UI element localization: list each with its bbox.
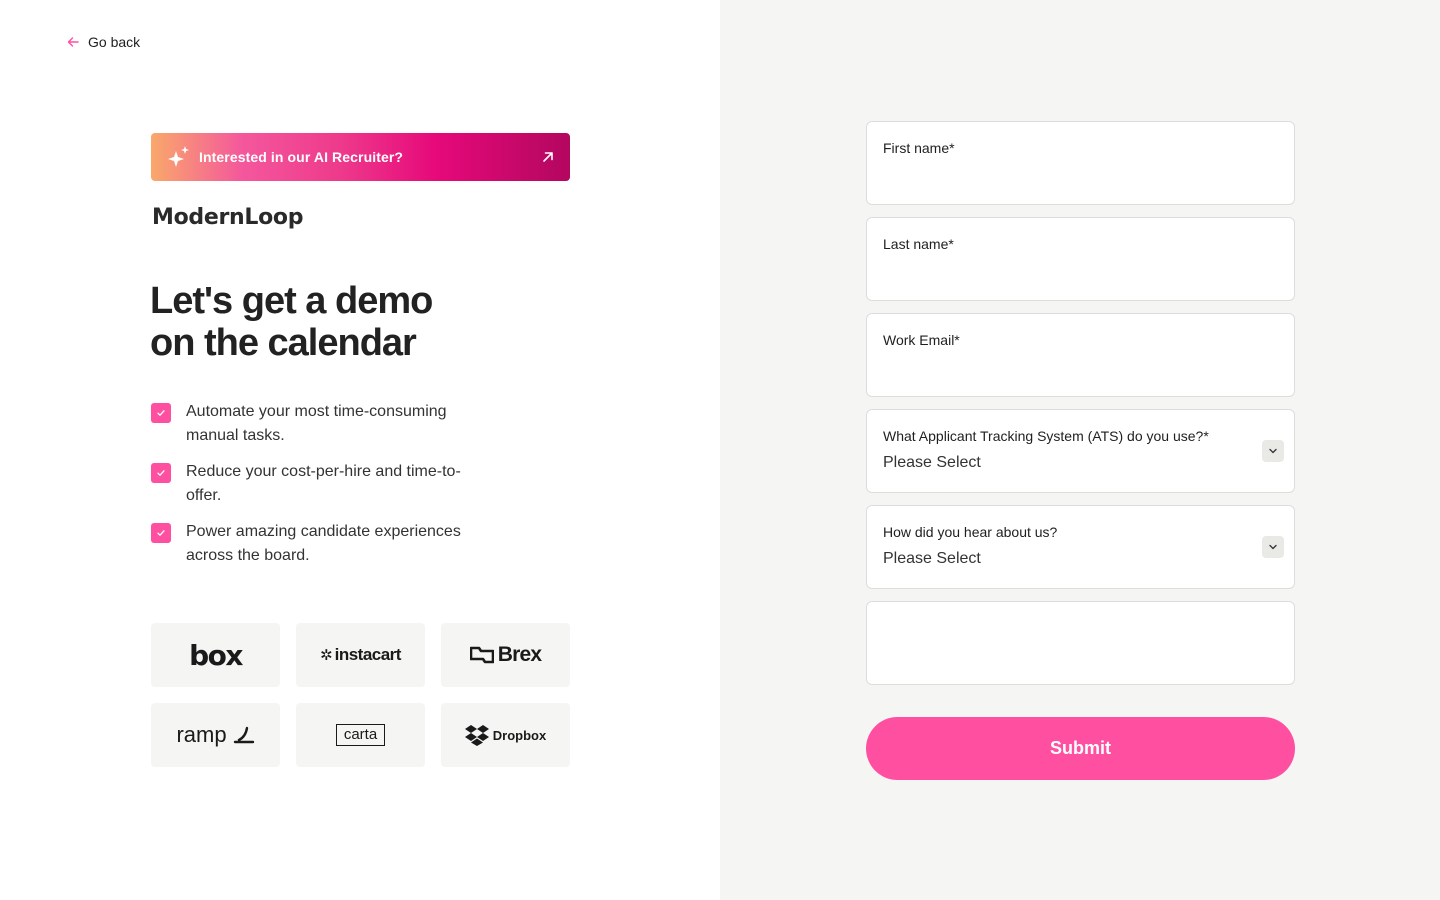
carta-logo: carta	[296, 703, 425, 767]
box-logo: box	[151, 623, 280, 687]
left-panel: Go back Interested in our AI Recruiter? …	[0, 0, 720, 900]
brex-mark-icon	[469, 646, 494, 664]
benefit-text: Power amazing candidate experiences acro…	[186, 523, 461, 564]
submit-button[interactable]: Submit	[866, 717, 1295, 780]
checkbox-icon	[151, 463, 171, 483]
first-name-label: First name*	[883, 140, 955, 156]
benefit-text: Automate your most time-consuming manual…	[186, 403, 447, 444]
brand-logo: ModernLoop	[152, 205, 304, 230]
referral-source-label: How did you hear about us?	[883, 524, 1058, 540]
benefit-text: Reduce your cost-per-hire and time-to-of…	[186, 463, 461, 504]
ramp-logo-text: ramp	[176, 722, 227, 747]
dropbox-logo-text: Dropbox	[492, 727, 547, 743]
go-back-label: Go back	[88, 34, 141, 50]
chevron-down-icon[interactable]	[1262, 440, 1284, 462]
title-line-2: on the calendar	[150, 322, 417, 364]
benefit-item: Automate your most time-consuming manual…	[151, 400, 491, 448]
chevron-down-icon[interactable]	[1262, 536, 1284, 558]
checkbox-icon	[151, 523, 171, 543]
work-email-field[interactable]: Work Email*	[866, 313, 1295, 397]
ats-select[interactable]: What Applicant Tracking System (ATS) do …	[866, 409, 1295, 493]
referral-source-select[interactable]: How did you hear about us? Please Select	[866, 505, 1295, 589]
customer-logos: box ✲ instacart Brex ramp carta Dropbox	[151, 623, 570, 767]
benefit-item: Reduce your cost-per-hire and time-to-of…	[151, 460, 491, 508]
ats-selected-value: Please Select	[883, 454, 981, 471]
last-name-label: Last name*	[883, 236, 954, 252]
arrow-left-icon	[67, 37, 79, 47]
work-email-label: Work Email*	[883, 332, 960, 348]
page-title: Let's get a demo on the calendar	[150, 280, 570, 364]
benefit-item: Power amazing candidate experiences acro…	[151, 520, 491, 568]
instacart-logo: ✲ instacart	[296, 623, 425, 687]
brex-logo: Brex	[441, 623, 570, 687]
ramp-logo: ramp	[151, 703, 280, 767]
checkbox-icon	[151, 403, 171, 423]
carta-logo-text: carta	[335, 724, 386, 746]
ats-label: What Applicant Tracking System (ATS) do …	[883, 428, 1209, 444]
ramp-mark-icon	[233, 726, 254, 744]
brex-logo-text: Brex	[497, 643, 542, 666]
go-back-link[interactable]: Go back	[66, 34, 140, 50]
first-name-field[interactable]: First name*	[866, 121, 1295, 205]
sparkle-icon	[168, 146, 189, 167]
title-line-1: Let's get a demo	[150, 280, 433, 322]
demo-form: First name* Last name* Work Email* What …	[866, 121, 1295, 697]
empty-field[interactable]	[866, 601, 1295, 685]
benefit-list: Automate your most time-consuming manual…	[151, 400, 491, 580]
carrot-icon: ✲	[320, 647, 333, 664]
last-name-field[interactable]: Last name*	[866, 217, 1295, 301]
arrow-up-right-icon	[543, 152, 553, 162]
ai-recruiter-banner[interactable]: Interested in our AI Recruiter?	[151, 133, 570, 181]
banner-text: Interested in our AI Recruiter?	[199, 149, 404, 165]
dropbox-logo: Dropbox	[441, 703, 570, 767]
box-logo-text: box	[189, 638, 243, 672]
referral-source-selected-value: Please Select	[883, 550, 981, 567]
dropbox-icon	[464, 725, 489, 746]
instacart-logo-text: instacart	[334, 645, 402, 664]
